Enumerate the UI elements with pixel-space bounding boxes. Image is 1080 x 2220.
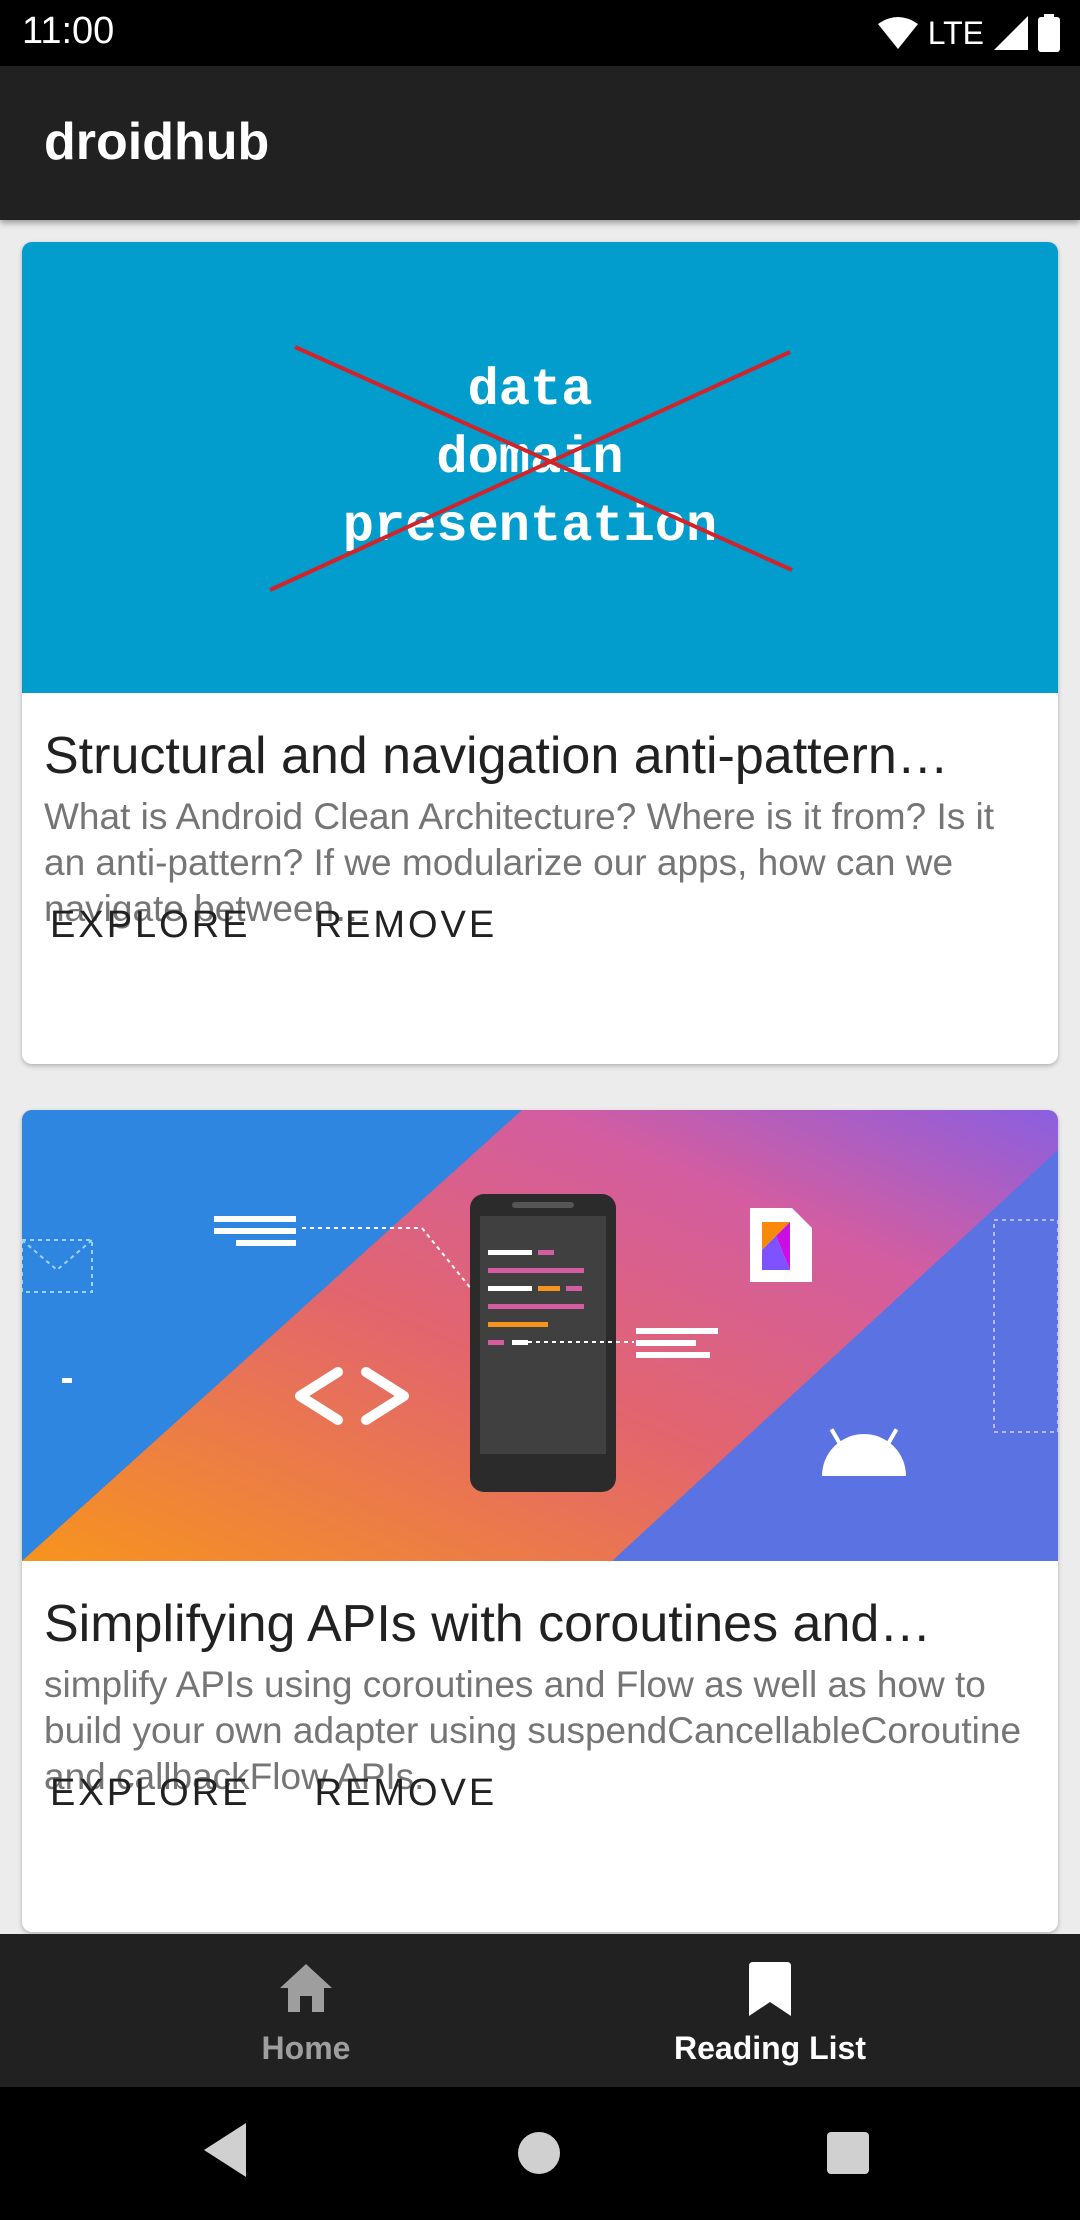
- article-cover-image: data domain presentation: [22, 242, 1058, 693]
- article-title: Structural and navigation anti-pattern…: [44, 727, 949, 785]
- kotlin-logo-graphic: [750, 1208, 812, 1282]
- app-bar: droidhub: [0, 66, 1080, 220]
- battery-icon: [1038, 14, 1060, 52]
- status-icons: LTE: [877, 12, 1060, 54]
- article-cover-image: [22, 1110, 1058, 1561]
- bookmark-icon: [749, 1962, 791, 2016]
- home-icon: [280, 1964, 332, 2012]
- cover-text-data: data: [468, 361, 593, 420]
- cell-signal-icon: [994, 16, 1028, 50]
- back-icon[interactable]: [200, 2121, 250, 2179]
- card-actions: EXPLORE REMOVE: [28, 890, 519, 962]
- cover-text-domain: domain: [436, 429, 623, 488]
- status-time: 11:00: [22, 10, 115, 52]
- bottom-navigation: Home Reading List: [0, 1934, 1080, 2087]
- android-head-graphic: [822, 1428, 906, 1476]
- explore-button[interactable]: EXPLORE: [28, 890, 273, 962]
- nav-item-home[interactable]: Home: [36, 1934, 576, 2087]
- card-actions: EXPLORE REMOVE: [28, 1758, 519, 1830]
- article-card[interactable]: data domain presentation Structural and …: [22, 242, 1058, 1064]
- nav-label-home: Home: [261, 2030, 351, 2066]
- remove-button[interactable]: REMOVE: [293, 890, 520, 962]
- system-navigation-bar: [0, 2087, 1080, 2220]
- app-title: droidhub: [44, 113, 270, 171]
- article-card[interactable]: Simplifying APIs with coroutines and… si…: [22, 1110, 1058, 1932]
- nav-label-reading-list: Reading List: [673, 2030, 866, 2066]
- network-type-label: LTE: [927, 14, 984, 51]
- nav-item-reading-list[interactable]: Reading List: [500, 1934, 1040, 2087]
- wifi-icon: [877, 17, 918, 49]
- status-bar: 11:00 LTE: [0, 0, 1080, 66]
- remove-button[interactable]: REMOVE: [293, 1758, 520, 1830]
- cover-text-presentation: presentation: [343, 497, 717, 556]
- recents-icon[interactable]: [826, 2131, 870, 2175]
- article-title: Simplifying APIs with coroutines and…: [44, 1595, 932, 1653]
- explore-button[interactable]: EXPLORE: [28, 1758, 273, 1830]
- home-button-icon[interactable]: [517, 2131, 561, 2175]
